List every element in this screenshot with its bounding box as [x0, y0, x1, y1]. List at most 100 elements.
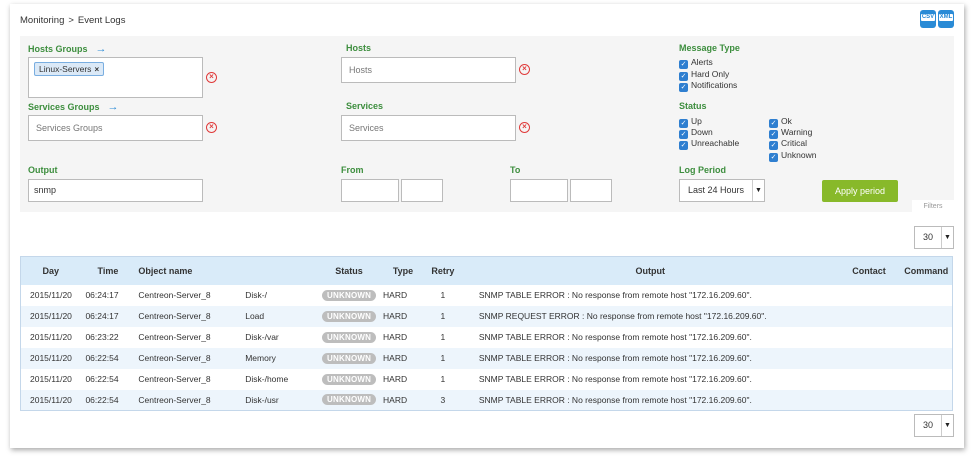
page-size-select-bottom[interactable]: 30 ▼: [914, 414, 954, 437]
cell-type: HARD: [383, 389, 423, 411]
checkbox-notifications[interactable]: ✓ Notifications: [679, 80, 737, 92]
checkbox-checked-icon: ✓: [679, 60, 688, 69]
export-xml-icon[interactable]: XML: [938, 10, 954, 28]
from-label: From: [341, 165, 364, 175]
services-input[interactable]: Services: [341, 115, 516, 141]
cell-day: 2015/11/20: [20, 389, 81, 411]
services-groups-input[interactable]: Services Groups: [28, 115, 203, 141]
cell-day: 2015/11/20: [30, 374, 72, 384]
checkbox-unreachable[interactable]: ✓ Unreachable: [679, 138, 739, 150]
from-date-input[interactable]: [341, 179, 399, 202]
arrow-right-icon[interactable]: →: [96, 43, 107, 55]
cell-service[interactable]: Disk-/home: [245, 369, 315, 390]
cell-day: 2015/11/20: [20, 347, 81, 369]
to-time-input[interactable]: [570, 179, 612, 202]
cell-host[interactable]: Centreon-Server_8: [135, 369, 245, 390]
table-header-row: Day Time Object name Status Type Retry O…: [20, 256, 953, 285]
cell-host[interactable]: Centreon-Server_8: [135, 285, 245, 306]
cell-time: 06:22:54: [80, 347, 136, 369]
column-header-status[interactable]: Status: [315, 256, 384, 285]
checkbox-alerts[interactable]: ✓ Alerts: [679, 57, 713, 69]
table-row[interactable]: 2015/11/20 06:24:17 Centreon-Server_8 Di…: [21, 285, 953, 306]
cell-command: [900, 305, 953, 327]
breadcrumb-separator: >: [68, 15, 74, 26]
column-header-type[interactable]: Type: [383, 256, 423, 285]
cell-retry: 3: [422, 389, 463, 411]
table-row[interactable]: 2015/11/20 06:22:54 Centreon-Server_8 Me…: [20, 347, 953, 369]
status-badge: UNKNOWN: [322, 310, 377, 322]
cell-retry: 1: [422, 347, 463, 369]
cell-host[interactable]: Centreon-Server_8: [135, 327, 245, 348]
column-header-contact[interactable]: Contact: [837, 256, 901, 285]
apply-period-button[interactable]: Apply period: [822, 180, 898, 202]
hosts-groups-label: Hosts Groups →: [28, 43, 107, 55]
hosts-input[interactable]: Hosts: [341, 57, 516, 83]
cell-contact: [837, 305, 901, 327]
to-label: To: [510, 165, 521, 175]
to-date-input[interactable]: [510, 179, 568, 202]
cell-contact: [838, 327, 901, 348]
export-csv-icon[interactable]: CSV: [920, 10, 936, 28]
remove-chip-icon[interactable]: ×: [94, 65, 99, 74]
cell-host[interactable]: Centreon-Server_8: [135, 389, 246, 411]
from-time-input[interactable]: [401, 179, 443, 202]
column-header-time[interactable]: Time: [80, 256, 136, 285]
cell-day: 2015/11/20: [20, 305, 81, 327]
event-logs-table: Day Time Object name Status Type Retry O…: [20, 256, 953, 411]
checkbox-checked-icon: ✓: [769, 153, 778, 162]
column-header-output[interactable]: Output: [462, 256, 838, 285]
clear-hosts-groups-icon[interactable]: ×: [206, 72, 217, 83]
arrow-right-icon[interactable]: →: [108, 101, 119, 113]
chevron-down-icon: ▼: [941, 415, 953, 436]
breadcrumb-monitoring[interactable]: Monitoring: [20, 15, 64, 26]
cell-type: HARD: [383, 290, 408, 300]
cell-service[interactable]: Disk-/: [245, 285, 315, 306]
cell-service[interactable]: Disk-/usr: [245, 389, 316, 411]
filters-tab[interactable]: Filters: [912, 200, 954, 214]
cell-output: SNMP REQUEST ERROR : No response from re…: [462, 305, 838, 327]
cell-service[interactable]: Memory: [245, 347, 316, 369]
checkbox-critical[interactable]: ✓ Critical: [769, 138, 807, 150]
column-header-command[interactable]: Command: [900, 256, 953, 285]
cell-host[interactable]: Centreon-Server_8: [135, 305, 246, 327]
cell-service[interactable]: Disk-/var: [245, 327, 315, 348]
services-label: Services: [346, 101, 384, 111]
table-row[interactable]: 2015/11/20 06:22:54 Centreon-Server_8 Di…: [21, 369, 953, 390]
cell-type: HARD: [383, 374, 408, 384]
cell-command: [900, 285, 952, 306]
checkbox-checked-icon: ✓: [679, 141, 688, 150]
table-row[interactable]: 2015/11/20 06:22:54 Centreon-Server_8 Di…: [20, 389, 953, 411]
column-header-day[interactable]: Day: [20, 256, 81, 285]
cell-type: HARD: [383, 305, 423, 327]
status-label: Status: [679, 101, 707, 111]
column-header-object-name[interactable]: Object name: [135, 256, 246, 285]
page-size-select-top[interactable]: 30 ▼: [914, 226, 954, 249]
chevron-down-icon: ▼: [941, 227, 953, 248]
cell-time: 06:24:17: [85, 290, 119, 300]
cell-type: HARD: [383, 332, 408, 342]
hosts-groups-field[interactable]: Linux-Servers ×: [28, 57, 203, 98]
chevron-down-icon: ▼: [752, 180, 764, 201]
cell-output: SNMP TABLE ERROR : No response from remo…: [478, 374, 752, 384]
breadcrumb: Monitoring > Event Logs: [20, 15, 125, 26]
breadcrumb-event-logs[interactable]: Event Logs: [78, 15, 126, 26]
output-input[interactable]: snmp: [28, 179, 203, 202]
log-period-select[interactable]: Last 24 Hours ▼: [679, 179, 765, 202]
cell-service[interactable]: Load: [245, 305, 316, 327]
column-header-retry[interactable]: Retry: [422, 256, 463, 285]
clear-services-groups-icon[interactable]: ×: [206, 122, 217, 133]
cell-output: SNMP TABLE ERROR : No response from remo…: [462, 347, 838, 369]
cell-host[interactable]: Centreon-Server_8: [135, 347, 246, 369]
table-row[interactable]: 2015/11/20 06:23:22 Centreon-Server_8 Di…: [21, 327, 953, 348]
cell-command: [900, 389, 953, 411]
services-groups-label: Services Groups →: [28, 101, 119, 113]
hosts-group-chip[interactable]: Linux-Servers ×: [34, 62, 105, 76]
hosts-label: Hosts: [346, 43, 372, 53]
table-row[interactable]: 2015/11/20 06:24:17 Centreon-Server_8 Lo…: [20, 305, 953, 327]
cell-time: 06:24:17: [80, 305, 136, 327]
clear-services-icon[interactable]: ×: [519, 122, 530, 133]
checkbox-unknown[interactable]: ✓ Unknown: [769, 150, 816, 162]
cell-command: [900, 327, 952, 348]
cell-retry: 1: [440, 332, 446, 342]
clear-hosts-icon[interactable]: ×: [519, 64, 530, 75]
